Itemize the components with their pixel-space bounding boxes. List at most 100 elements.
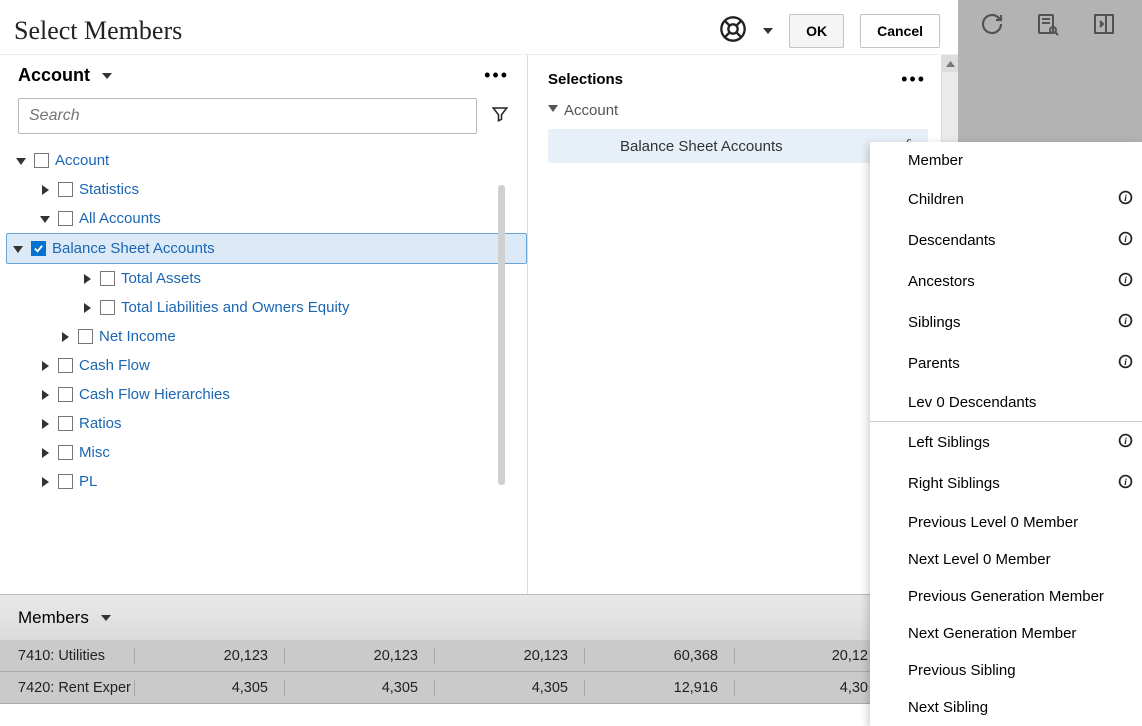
menu-item[interactable]: Childreni [870,179,1142,220]
help-dropdown-caret-icon[interactable] [763,28,773,34]
dimension-selector[interactable]: Account [18,65,112,86]
tree-checkbox[interactable] [100,300,115,315]
selection-dimension[interactable]: Account [548,98,928,129]
tree-checkbox[interactable] [58,358,73,373]
menu-item-label: Siblings [908,314,961,331]
data-cell: 20,123 [284,648,434,664]
expand-icon[interactable] [38,446,52,460]
expand-icon[interactable] [38,183,52,197]
menu-item[interactable]: Previous Level 0 Member [870,504,1142,541]
tree-checkbox[interactable] [58,416,73,431]
scroll-up-icon[interactable] [942,55,958,72]
menu-item-label: Next Sibling [908,699,988,716]
tree-item[interactable]: Balance Sheet Accounts [6,233,527,264]
lifesaver-icon[interactable] [719,15,747,48]
tree-item-label: Balance Sheet Accounts [52,240,215,257]
expand-icon[interactable] [38,475,52,489]
tree-item[interactable]: Total Liabilities and Owners Equity [10,293,527,322]
expand-icon[interactable] [80,301,94,315]
tree-checkbox[interactable] [58,474,73,489]
data-cell: 4,305 [434,680,584,696]
info-icon[interactable]: i [1117,473,1134,494]
tree-item[interactable]: All Accounts [10,204,527,233]
row-label: 7420: Rent Exper [0,680,134,696]
tree-item[interactable]: Cash Flow [10,351,527,380]
tree-item[interactable]: Account [10,146,527,175]
selected-member-label: Balance Sheet Accounts [620,138,783,155]
info-icon[interactable]: i [1117,271,1134,292]
menu-item[interactable]: Lev 0 Descendants [870,384,1142,421]
dialog-title: Select Members [14,16,182,46]
data-cell: 20,123 [434,648,584,664]
member-tree[interactable]: Account StatisticsAll Accounts Balance She… [0,142,527,594]
dimension-label: Account [18,65,90,86]
menu-item[interactable]: Right Siblings i [870,463,1142,504]
menu-item[interactable]: Left Siblings i [870,422,1142,463]
filter-icon[interactable] [491,105,509,128]
tree-item[interactable]: PL [10,467,527,496]
tree-item-label: Account [55,152,109,169]
menu-item[interactable]: Next Level 0 Member [870,541,1142,578]
tree-item[interactable]: Misc [10,438,527,467]
tree-item-label: Cash Flow Hierarchies [79,386,230,403]
tree-checkbox[interactable] [34,153,49,168]
menu-item-label: Next Generation Member [908,625,1076,642]
tree-item[interactable]: Total Assets [10,264,527,293]
menu-item-label: Previous Generation Member [908,588,1104,605]
expand-icon[interactable] [58,330,72,344]
menu-item[interactable]: Descendantsi [870,220,1142,261]
tree-checkbox[interactable] [31,241,46,256]
svg-text:i: i [1124,437,1127,447]
relationship-context-menu: MemberChildreniDescendantsiAncestorsiSib… [870,142,1142,726]
tree-item[interactable]: Statistics [10,175,527,204]
search-doc-icon [1034,10,1062,38]
selections-title: Selections [548,71,623,88]
tree-scrollbar[interactable] [498,185,505,485]
info-icon[interactable]: i [1117,312,1134,333]
menu-item[interactable]: Next Sibling [870,689,1142,726]
cancel-button[interactable]: Cancel [860,14,940,48]
data-cell: 4,305 [134,680,284,696]
expand-icon[interactable] [38,417,52,431]
menu-item[interactable]: Parentsi [870,343,1142,384]
collapse-icon[interactable] [11,242,25,256]
menu-item[interactable]: Siblings i [870,302,1142,343]
info-icon[interactable]: i [1117,230,1134,251]
expand-icon[interactable] [38,388,52,402]
expand-icon[interactable] [80,272,94,286]
tree-item[interactable]: Ratios [10,409,527,438]
tree-checkbox[interactable] [100,271,115,286]
tree-item-label: Net Income [99,328,176,345]
tree-checkbox[interactable] [78,329,93,344]
tree-item[interactable]: Net Income [10,322,527,351]
svg-text:i: i [1124,276,1127,286]
info-icon[interactable]: i [1117,432,1134,453]
search-input[interactable] [18,98,477,134]
tree-checkbox[interactable] [58,445,73,460]
expand-icon[interactable] [38,359,52,373]
members-caret-icon[interactable] [101,615,111,621]
menu-item[interactable]: Next Generation Member [870,615,1142,652]
menu-item[interactable]: Member [870,142,1142,179]
menu-item-label: Right Siblings [908,475,1000,492]
menu-item-label: Left Siblings [908,434,990,451]
menu-item[interactable]: Previous Generation Member [870,578,1142,615]
info-icon[interactable]: i [1117,189,1134,210]
menu-item[interactable]: Previous Sibling [870,652,1142,689]
info-icon[interactable]: i [1117,353,1134,374]
collapse-icon[interactable] [14,154,28,168]
tree-item-label: Total Assets [121,270,201,287]
collapse-icon[interactable] [38,212,52,226]
menu-item[interactable]: Ancestorsi [870,261,1142,302]
dimension-caret-icon [102,73,112,79]
tree-item[interactable]: Cash Flow Hierarchies [10,380,527,409]
tree-checkbox[interactable] [58,211,73,226]
tree-checkbox[interactable] [58,182,73,197]
right-more-icon[interactable]: ••• [901,69,926,90]
left-more-icon[interactable]: ••• [484,65,509,86]
tree-checkbox[interactable] [58,387,73,402]
tree-item-label: PL [79,473,97,490]
members-bar-label: Members [18,608,89,628]
data-cell: 12,916 [584,680,734,696]
ok-button[interactable]: OK [789,14,844,48]
